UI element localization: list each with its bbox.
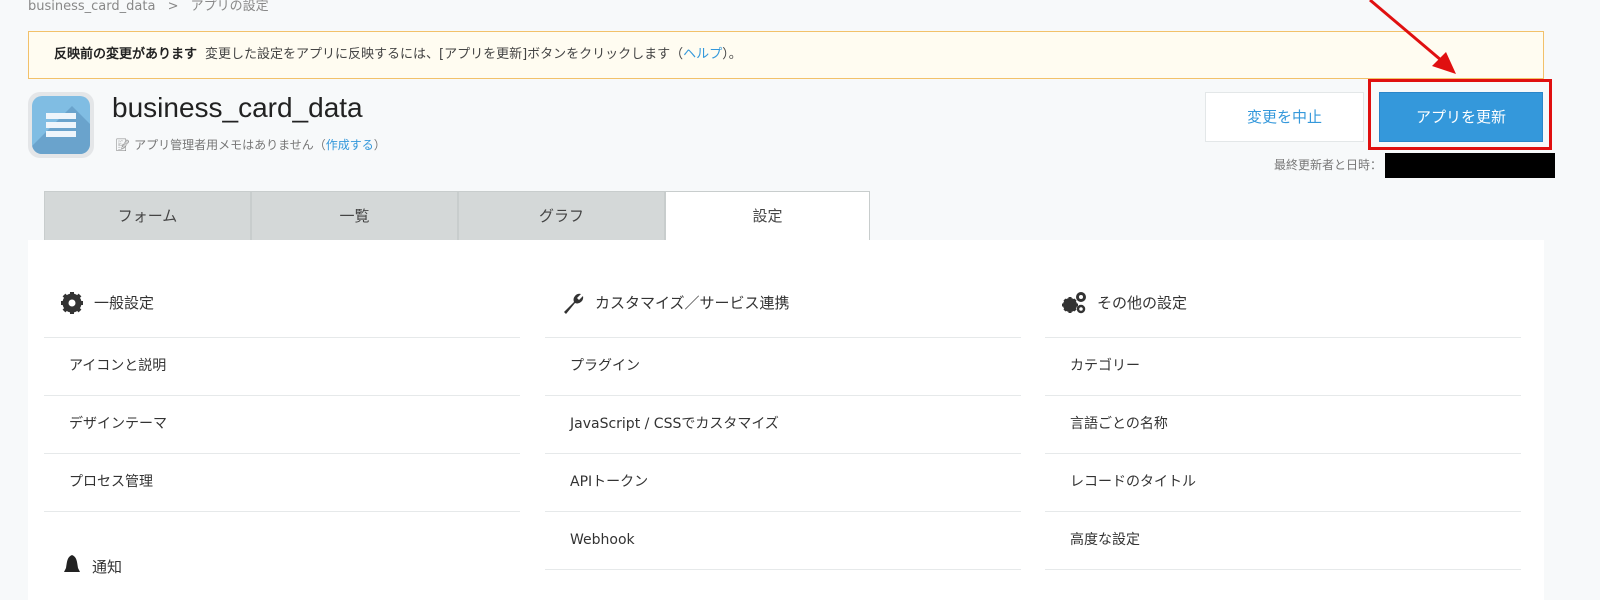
banner-title: 反映前の変更があります [54,47,198,62]
tab-settings[interactable]: 設定 [665,191,870,241]
settings-item[interactable]: 言語ごとの名称 [1045,396,1521,454]
settings-panel: 一般設定 アイコンと説明 デザインテーマ プロセス管理 通知 カスタマイズ／サー… [28,240,1544,600]
settings-item[interactable]: Webhook [545,512,1021,570]
section-header: 通知 [44,554,520,578]
tab-form[interactable]: フォーム [44,191,251,241]
settings-item[interactable]: 高度な設定 [1045,512,1521,570]
cancel-changes-button[interactable]: 変更を中止 [1205,92,1364,142]
app-icon [28,92,94,158]
bell-icon [64,555,80,572]
section-header: その他の設定 [1045,240,1521,338]
section-header: 一般設定 [44,240,520,338]
redacted-value [1385,153,1555,178]
create-memo-link[interactable]: 作成する [326,138,374,152]
update-app-button[interactable]: アプリを更新 [1379,92,1543,142]
admin-memo: 📝︎ アプリ管理者用メモはありません（作成する） [115,136,386,153]
memo-suffix: ） [373,138,386,152]
annotation-arrow-icon [1369,0,1456,74]
tab-list[interactable]: 一覧 [251,191,458,241]
help-link[interactable]: ヘルプ [683,47,722,62]
last-updated-label: 最終更新者と日時： [1273,158,1382,172]
general-settings-column: 一般設定 アイコンと説明 デザインテーマ プロセス管理 通知 [44,240,520,578]
settings-item[interactable]: プロセス管理 [44,454,520,512]
customize-column: カスタマイズ／サービス連携 プラグイン JavaScript / CSSでカスタ… [545,240,1021,570]
section-title: 通知 [92,557,123,576]
banner-message: 変更した設定をアプリに反映するには、[アプリを更新]ボタンをクリックします（ [205,47,684,62]
section-header: カスタマイズ／サービス連携 [545,240,1021,338]
breadcrumb-separator: > [167,0,179,14]
app-title: business_card_data [112,92,363,123]
breadcrumb-current: アプリの設定 [190,0,269,14]
settings-item[interactable]: カテゴリー [1045,338,1521,396]
breadcrumb-app-link[interactable]: business_card_data [28,0,155,14]
memo-icon: 📝︎ [115,138,131,152]
gear-icon [61,291,83,314]
settings-item[interactable]: APIトークン [545,454,1021,512]
banner-suffix: ）。 [722,47,742,62]
tab-graph[interactable]: グラフ [458,191,665,241]
settings-item[interactable]: JavaScript / CSSでカスタマイズ [545,396,1021,454]
settings-item[interactable]: レコードのタイトル [1045,454,1521,512]
gears-icon [1062,291,1086,313]
pending-changes-banner: 反映前の変更があります 変更した設定をアプリに反映するには、[アプリを更新]ボタン… [28,31,1544,79]
memo-text: アプリ管理者用メモはありません（ [134,138,326,152]
wrench-icon [564,293,584,314]
settings-tabs: フォーム 一覧 グラフ 設定 [44,191,870,241]
breadcrumb: business_card_data > アプリの設定 [28,0,269,14]
settings-item[interactable]: アイコンと説明 [44,338,520,396]
other-settings-column: その他の設定 カテゴリー 言語ごとの名称 レコードのタイトル 高度な設定 [1045,240,1521,570]
settings-item[interactable]: デザインテーマ [44,396,520,454]
